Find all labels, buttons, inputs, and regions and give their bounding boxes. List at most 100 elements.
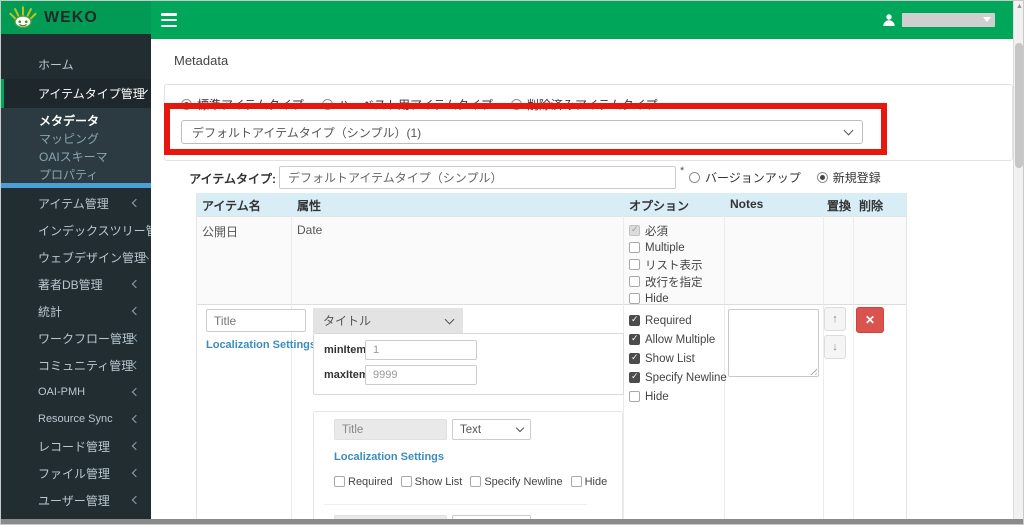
- title-name-input[interactable]: Title: [206, 309, 306, 332]
- min-items-input[interactable]: 1: [365, 340, 477, 360]
- table-right-border: [906, 193, 907, 524]
- chevron-down-icon: [444, 314, 455, 324]
- itemtype-name-label: アイテムタイプ:: [189, 172, 276, 186]
- admin-sidebar: ホーム アイテムタイプ管理 メタデータ マッピング OAIスキーマ プロパティ …: [1, 34, 173, 519]
- sidebar-item-authordb-mgmt[interactable]: 著者DB管理: [1, 271, 151, 297]
- down-arrow-icon: ↓: [832, 341, 838, 353]
- sidebar-subitem-property[interactable]: プロパティ: [1, 165, 151, 183]
- caret-down-icon: [983, 17, 991, 22]
- sidebar-blue-divider: [1, 183, 151, 188]
- checkbox-icon: [629, 333, 640, 345]
- pubdate-name: 公開日: [202, 225, 239, 239]
- main-content: Metadata 標準アイテムタイプ ハーベスト用アイテムタイプ 削除済みアイテ…: [151, 39, 1013, 524]
- sidebar-subitem-mapping[interactable]: マッピング: [1, 129, 151, 147]
- checkbox-allow-multiple[interactable]: Allow Multiple: [629, 330, 727, 349]
- radio-deleted-itemtype[interactable]: 削除済みアイテムタイプ: [510, 96, 658, 113]
- sub-localization-settings-link[interactable]: Localization Settings: [334, 451, 444, 463]
- move-up-button[interactable]: ↑: [824, 307, 846, 331]
- notes-textarea[interactable]: [728, 309, 819, 377]
- chevron-down-icon: [843, 125, 854, 136]
- col-option: オプション: [629, 199, 690, 213]
- table-left-border: [196, 193, 197, 524]
- checkbox-required[interactable]: Required: [334, 473, 393, 490]
- resize-handle-icon[interactable]: [808, 366, 817, 375]
- sidebar-item-record-mgmt[interactable]: レコード管理: [1, 433, 151, 459]
- weko-sun-icon: [9, 6, 37, 28]
- checkbox-show-list[interactable]: リスト表示: [629, 256, 703, 273]
- checkbox-specify-newline[interactable]: Specify Newline: [629, 368, 727, 387]
- sidebar-item-indextree-mgmt[interactable]: インデックスツリー管理: [1, 217, 173, 243]
- delete-row-button[interactable]: ✕: [856, 307, 884, 333]
- window-bottom-edge: [1, 519, 1023, 524]
- col-replace: 置換: [827, 199, 852, 213]
- checkbox-required[interactable]: 必須: [629, 222, 703, 239]
- sidebar-item-itemtype-mgmt[interactable]: アイテムタイプ管理: [1, 79, 151, 108]
- sidebar-item-file-mgmt[interactable]: ファイル管理: [1, 460, 151, 486]
- checkbox-icon: [629, 352, 640, 364]
- checkbox-hide[interactable]: Hide: [629, 387, 727, 406]
- scrollbar-up-button[interactable]: ▲: [1014, 1, 1023, 12]
- sidebar-item-user-mgmt[interactable]: ユーザー管理: [1, 487, 151, 513]
- title-options: Required Allow Multiple Show List Specif…: [629, 311, 727, 406]
- sidebar-item-webdesign-mgmt[interactable]: ウェブデザイン管理: [1, 244, 151, 270]
- sidebar-item-oai-pmh[interactable]: OAI-PMH: [1, 379, 151, 405]
- sub-title-input[interactable]: Title: [334, 419, 447, 440]
- radio-harvest-itemtype[interactable]: ハーベスト用アイテムタイプ: [321, 96, 493, 113]
- col-delete: 削除: [859, 199, 884, 213]
- chevron-left-icon: [131, 387, 141, 397]
- user-menu[interactable]: [882, 1, 995, 39]
- metadata-table-header: アイテム名 属性 オプション Notes 置換 削除: [196, 193, 906, 216]
- checkbox-icon: [629, 259, 640, 270]
- sidebar-item-resource-sync[interactable]: Resource Sync: [1, 406, 151, 432]
- sidebar-subitem-metadata[interactable]: メタデータ: [1, 111, 151, 129]
- minmax-panel: minItems 1 maxItems 9999: [313, 333, 624, 395]
- localization-settings-link[interactable]: Localization Settings: [206, 339, 316, 351]
- col-item-name: アイテム名: [202, 199, 261, 213]
- scrollbar-thumb[interactable]: [1015, 43, 1023, 168]
- pubdate-attribute: Date: [297, 223, 323, 237]
- chevron-left-icon: [131, 279, 141, 289]
- checkbox-required[interactable]: Required: [629, 311, 727, 330]
- checkbox-icon: [629, 314, 640, 326]
- sidebar-item-community-mgmt[interactable]: コミュニティ管理: [1, 352, 151, 378]
- checkbox-icon: [629, 371, 640, 383]
- itemtype-name-input[interactable]: デフォルトアイテムタイプ（シンプル）: [279, 166, 676, 189]
- weko-admin-window: WEKO ホーム アイテムタイプ管理 メタデータ マッピング OAIスキーマ プ…: [0, 0, 1024, 525]
- checkbox-show-list[interactable]: Show List: [400, 473, 462, 490]
- attribute-type-select[interactable]: タイトル: [313, 308, 463, 333]
- sidebar-item-home[interactable]: ホーム: [1, 51, 151, 77]
- max-items-input[interactable]: 9999: [365, 365, 477, 385]
- checkbox-hide[interactable]: Hide: [570, 473, 607, 490]
- weko-logo[interactable]: WEKO: [1, 1, 151, 34]
- sidebar-toggle-hamburger-icon[interactable]: [161, 13, 177, 27]
- sub-divider: [324, 504, 587, 505]
- checkbox-specify-newline[interactable]: Specify Newline: [470, 473, 563, 490]
- radio-version-upgrade[interactable]: バージョンアップ: [689, 169, 801, 186]
- sidebar-item-workflow-mgmt[interactable]: ワークフロー管理: [1, 325, 151, 351]
- radio-icon: [689, 172, 700, 183]
- subproperty-panel: Title Text Localization Settings Require…: [313, 411, 623, 524]
- radio-standard-itemtype[interactable]: 標準アイテムタイプ: [181, 96, 304, 113]
- sidebar-subitem-oai-schema[interactable]: OAIスキーマ: [1, 147, 151, 165]
- itemtype-submenu: メタデータ マッピング OAIスキーマ プロパティ: [1, 108, 151, 183]
- checkbox-icon: [400, 476, 412, 487]
- checkbox-icon: [629, 391, 640, 402]
- chevron-left-icon: [131, 306, 141, 316]
- checkbox-multiple[interactable]: Multiple: [629, 239, 703, 256]
- chevron-left-icon: [131, 414, 141, 424]
- sidebar-item-item-mgmt[interactable]: アイテム管理: [1, 190, 151, 216]
- brand-title: WEKO: [44, 8, 98, 26]
- radio-icon: [816, 172, 828, 183]
- radio-new-register[interactable]: 新規登録: [816, 169, 881, 186]
- radio-icon: [181, 99, 192, 110]
- sidebar-item-statistics[interactable]: 統計: [1, 298, 151, 324]
- checkbox-specify-newline[interactable]: 改行を指定: [629, 273, 703, 290]
- itemtype-select-dropdown[interactable]: デフォルトアイテムタイプ（シンプル）(1): [181, 120, 863, 144]
- checkbox-show-list[interactable]: Show List: [629, 349, 727, 368]
- sub-type-select[interactable]: Text: [452, 419, 531, 440]
- row-divider: [196, 304, 906, 305]
- move-down-button[interactable]: ↓: [824, 335, 846, 359]
- chevron-left-icon: [131, 441, 141, 451]
- chevron-left-icon: [131, 198, 141, 208]
- checkbox-icon: [570, 476, 582, 487]
